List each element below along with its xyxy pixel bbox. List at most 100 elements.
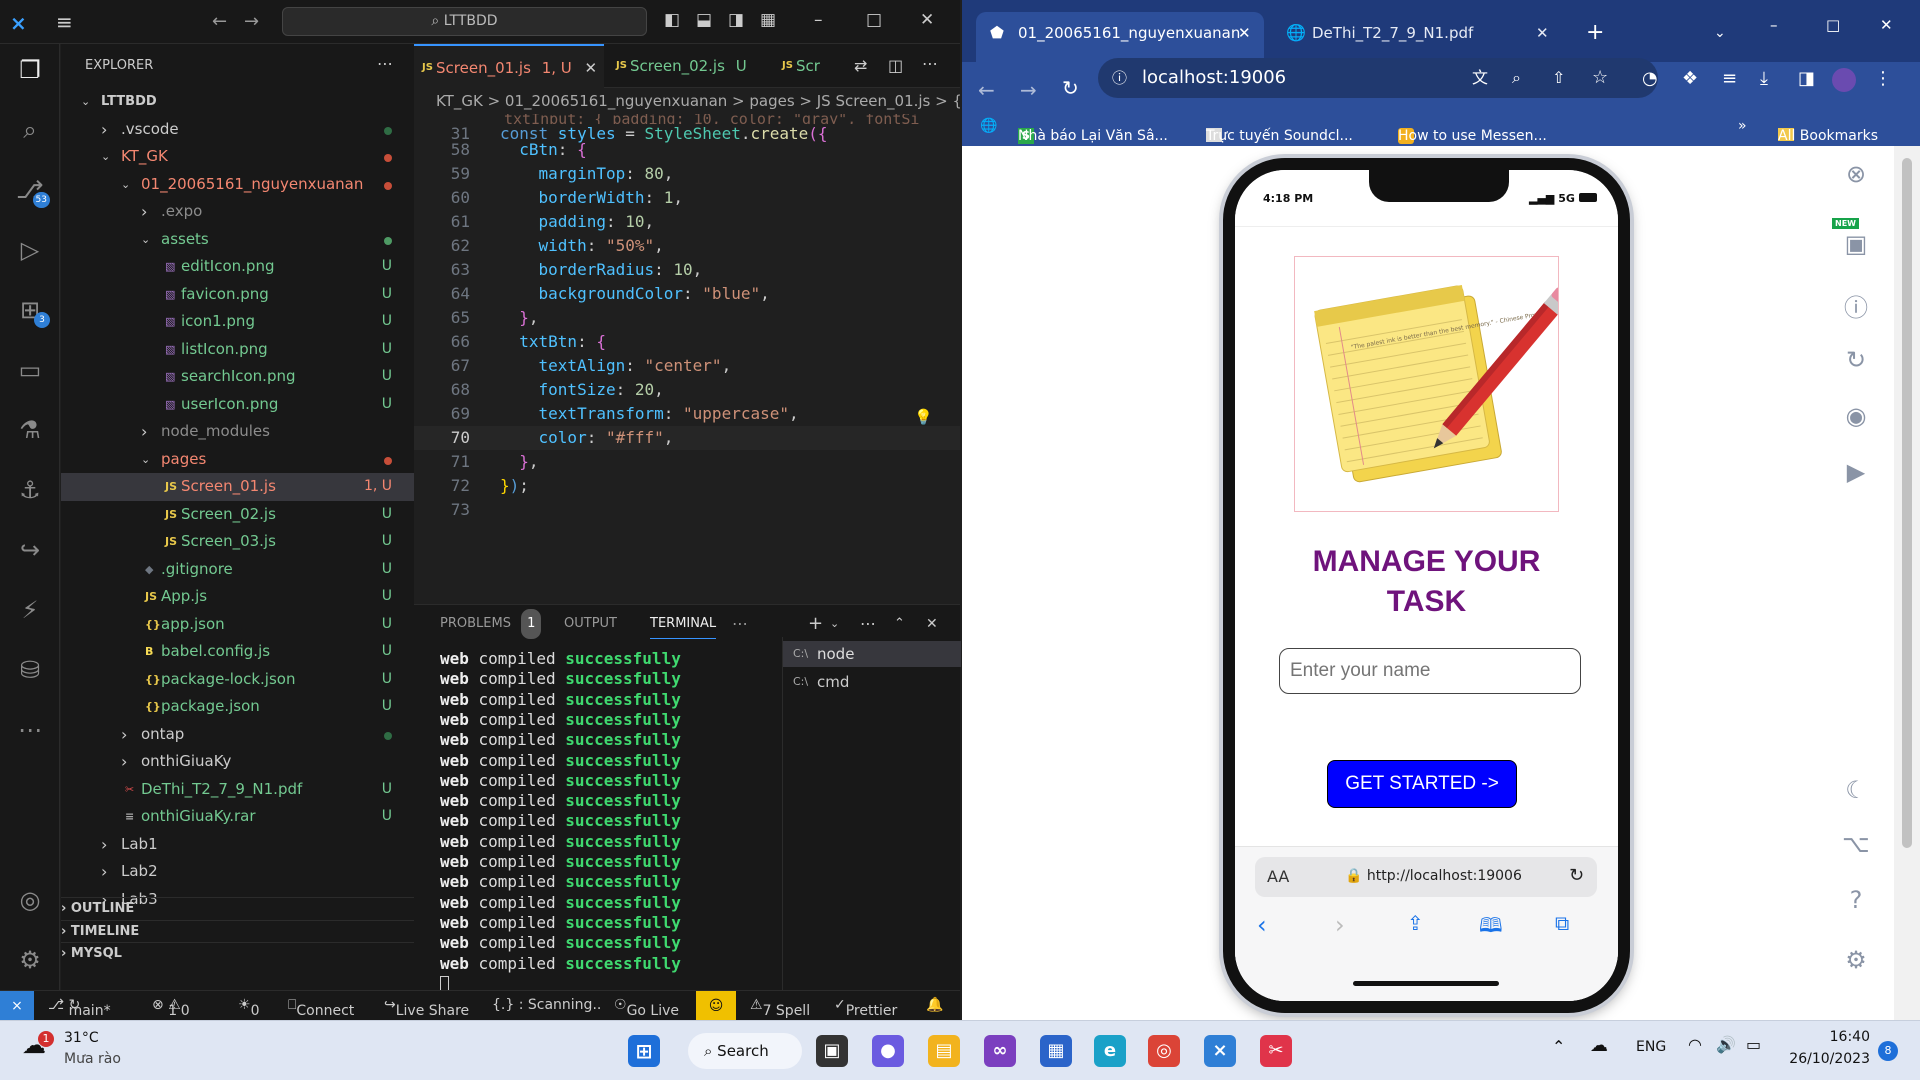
- safari-forward-icon[interactable]: ›: [1335, 911, 1345, 939]
- onedrive-icon[interactable]: ☁: [1590, 1035, 1608, 1056]
- address-bar[interactable]: ⓘ localhost:19006 文 ⌕ ⇧ ☆: [1098, 58, 1658, 98]
- file-explorer-icon[interactable]: ▤: [928, 1035, 960, 1067]
- chevron-right-icon[interactable]: ›: [101, 858, 107, 886]
- split-editor-icon[interactable]: ◫: [888, 56, 903, 75]
- volume-icon[interactable]: 🔊: [1716, 1035, 1736, 1054]
- side-panel-icon[interactable]: ◨: [1798, 68, 1815, 89]
- tree-item[interactable]: › Lab1: [61, 831, 414, 859]
- close-window-icon[interactable]: ✕: [1880, 4, 1893, 46]
- maximize-icon[interactable]: □: [866, 10, 882, 30]
- remote-explorer-icon[interactable]: ▭: [14, 354, 46, 386]
- account-icon[interactable]: ◎: [14, 884, 46, 916]
- chrome-icon[interactable]: ◎: [1148, 1035, 1180, 1067]
- translate-icon[interactable]: 文: [1472, 58, 1488, 98]
- video-icon[interactable]: ▶: [1839, 458, 1873, 486]
- tree-item[interactable]: ◆ .gitignore U: [61, 556, 414, 584]
- chevron-down-icon[interactable]: ⌄: [121, 171, 130, 199]
- battery-tray-icon[interactable]: ▭: [1746, 1035, 1761, 1054]
- safari-reload-icon[interactable]: ↻: [1569, 865, 1584, 886]
- language-indicator[interactable]: ENG: [1636, 1039, 1666, 1055]
- code-line[interactable]: 59 marginTop: 80,: [414, 162, 960, 186]
- tab-screen-03[interactable]: JS Scr: [774, 44, 834, 88]
- remote-indicator-icon[interactable]: ⨯: [0, 991, 34, 1021]
- tree-item[interactable]: ▧ icon1.png U: [61, 308, 414, 336]
- chrome-menu-icon[interactable]: ⋮: [1874, 68, 1892, 89]
- zoom-icon[interactable]: ⌕: [1512, 58, 1521, 98]
- tab-screen-01[interactable]: JS Screen_01.js 1, U ✕: [414, 44, 604, 88]
- tree-item[interactable]: ▧ userIcon.png U: [61, 391, 414, 419]
- code-line[interactable]: 71 },: [414, 450, 960, 474]
- extension-compass-icon[interactable]: ◔: [1642, 68, 1658, 89]
- page-scrollbar[interactable]: [1894, 146, 1920, 1020]
- forward-icon[interactable]: →: [1020, 78, 1037, 102]
- scrollbar-thumb[interactable]: [1902, 158, 1912, 848]
- chevron-right-icon[interactable]: ›: [101, 831, 107, 859]
- chevron-right-icon[interactable]: ›: [121, 748, 127, 776]
- extensions-icon[interactable]: ⊞ 3: [14, 294, 50, 328]
- tree-item[interactable]: ⌄ LTTBDD: [61, 88, 414, 116]
- toggle-secondary-sidebar-icon[interactable]: ◨: [728, 10, 744, 30]
- wifi-icon[interactable]: ◠: [1688, 1035, 1702, 1054]
- device-toggle-icon[interactable]: ▣: [1839, 230, 1873, 258]
- code-line[interactable]: 64 backgroundColor: "blue",: [414, 282, 960, 306]
- share-node-icon[interactable]: ⌥: [1839, 830, 1873, 858]
- share-icon[interactable]: ⇧: [1552, 58, 1565, 98]
- taskbar-search[interactable]: ⌕ Search: [688, 1033, 802, 1069]
- editor-more-icon[interactable]: ⋯: [922, 54, 938, 73]
- search-icon[interactable]: ⌕: [14, 114, 46, 146]
- weather-temp[interactable]: 31°C: [64, 1030, 99, 1046]
- tree-item[interactable]: JS App.js U: [61, 583, 414, 611]
- download-icon[interactable]: ⤓: [1760, 68, 1768, 89]
- chevron-right-icon[interactable]: ›: [101, 116, 107, 144]
- tree-item[interactable]: ⌄ assets: [61, 226, 414, 254]
- tree-item[interactable]: ▧ searchIcon.png U: [61, 363, 414, 391]
- tray-overflow-icon[interactable]: ⌃: [1552, 1037, 1565, 1056]
- panel-more-icon[interactable]: ⋯: [732, 609, 748, 639]
- tree-item[interactable]: ▧ editIcon.png U: [61, 253, 414, 281]
- notifications-icon[interactable]: 🔔: [926, 997, 943, 1013]
- minimize-icon[interactable]: –: [1770, 4, 1778, 46]
- reader-aa[interactable]: AA: [1267, 867, 1289, 886]
- forward-icon[interactable]: →: [244, 11, 259, 32]
- tree-item[interactable]: ⌄ 01_20065161_nguyenxuanan: [61, 171, 414, 199]
- snipping-icon[interactable]: ✂: [1260, 1035, 1292, 1067]
- safari-address-field[interactable]: AA 🔒 http://localhost:19006 ↻: [1255, 857, 1597, 897]
- tab-close-icon[interactable]: ✕: [1238, 12, 1251, 54]
- go-live-button[interactable]: ☉ Go Live: [614, 997, 679, 1019]
- tab-screen-02[interactable]: JS Screen_02.js U: [608, 44, 770, 88]
- terminal-more-icon[interactable]: ⋯: [860, 609, 876, 639]
- tree-item[interactable]: ⌄ pages: [61, 446, 414, 474]
- thunder-client-icon[interactable]: ⚡: [14, 594, 46, 626]
- code-line[interactable]: 61 padding: 10,: [414, 210, 960, 234]
- name-input[interactable]: [1279, 648, 1581, 694]
- live-share-button[interactable]: ↪ Live Share: [384, 997, 469, 1019]
- clock-time[interactable]: 16:40: [1786, 1029, 1870, 1045]
- new-tab-icon[interactable]: +: [1586, 12, 1604, 54]
- terminal-output[interactable]: web compiled successfully web compiled su…: [414, 649, 780, 994]
- safari-tabs-icon[interactable]: ⧉: [1555, 911, 1569, 935]
- terminal-dropdown-icon[interactable]: ⌄: [830, 609, 839, 639]
- problems-indicator[interactable]: ⊗ 1 ⚠ 0: [152, 997, 190, 1019]
- reading-list-icon[interactable]: ≡: [1722, 68, 1737, 89]
- code-line[interactable]: 58 cBtn: {: [414, 138, 960, 162]
- maximize-icon[interactable]: □: [1826, 4, 1840, 46]
- tab-close-icon[interactable]: ✕: [1536, 12, 1549, 54]
- bookmark-star-icon[interactable]: ☆: [1592, 58, 1608, 98]
- notification-badge[interactable]: 8: [1878, 1041, 1898, 1061]
- store-icon[interactable]: ▦: [1040, 1035, 1072, 1067]
- close-panel-icon[interactable]: ✕: [926, 609, 938, 639]
- dark-mode-icon[interactable]: ☾: [1839, 776, 1873, 804]
- close-window-icon[interactable]: ✕: [920, 10, 934, 30]
- site-info-icon[interactable]: ⓘ: [1112, 58, 1127, 98]
- explorer-icon[interactable]: ❐: [14, 54, 46, 86]
- chrome-tab-active[interactable]: ⬟ 01_20065161_nguyenxuanan ✕: [976, 12, 1264, 62]
- docker-icon[interactable]: ⚓: [14, 474, 46, 506]
- maximize-panel-icon[interactable]: ⌃: [894, 609, 905, 639]
- settings-gear-icon[interactable]: ⚙: [14, 944, 46, 976]
- tab-close-icon[interactable]: ✕: [585, 59, 598, 77]
- clock-date[interactable]: 26/10/2023: [1776, 1051, 1870, 1067]
- database-icon[interactable]: ⛁: [14, 654, 46, 686]
- chevron-right-icon[interactable]: ›: [141, 418, 147, 446]
- task-view-icon[interactable]: ▣: [816, 1035, 848, 1067]
- tree-item[interactable]: › node_modules: [61, 418, 414, 446]
